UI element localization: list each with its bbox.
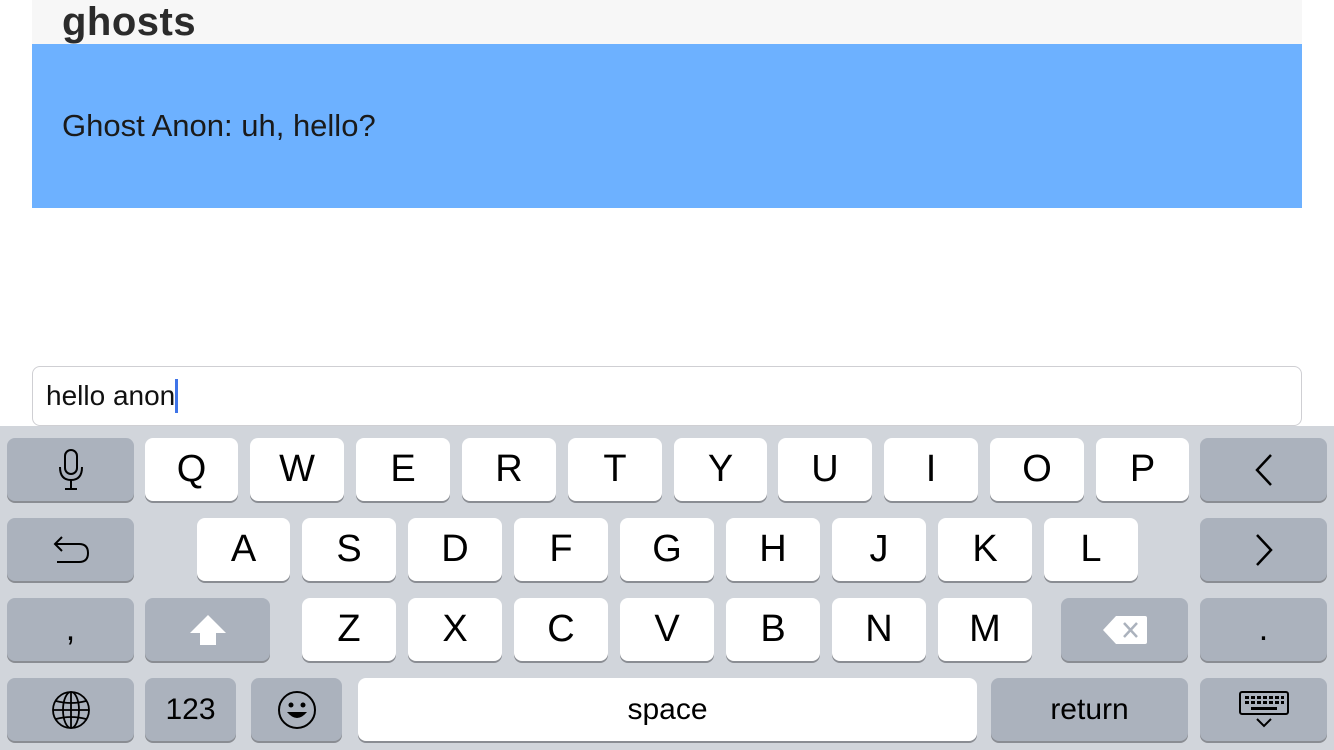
key-p[interactable]: P [1096, 438, 1189, 501]
key-e[interactable]: E [356, 438, 450, 501]
header-bar [32, 0, 1302, 44]
delete-key[interactable] [1061, 598, 1188, 661]
key-t[interactable]: T [568, 438, 662, 501]
chat-input-text: hello anon [46, 380, 176, 411]
text-caret [175, 379, 179, 413]
key-j[interactable]: J [832, 518, 926, 581]
previous-field-key[interactable] [1200, 438, 1327, 501]
key-v[interactable]: V [620, 598, 714, 661]
room-title: ghosts [62, 0, 197, 44]
key-o[interactable]: O [990, 438, 1084, 501]
key-x[interactable]: X [408, 598, 502, 661]
key-l[interactable]: L [1044, 518, 1138, 581]
shift-key[interactable] [145, 598, 270, 661]
chat-screen: ghosts Ghost Anon: uh, hello? hello anon… [0, 0, 1334, 750]
key-d[interactable]: D [408, 518, 502, 581]
shift-arrow-icon [188, 613, 228, 647]
undo-key[interactable] [7, 518, 134, 581]
key-a[interactable]: A [197, 518, 290, 581]
key-s[interactable]: S [302, 518, 396, 581]
microphone-icon [58, 448, 84, 491]
globe-icon [51, 690, 91, 730]
key-k[interactable]: K [938, 518, 1032, 581]
emoji-key[interactable] [251, 678, 342, 741]
chevron-right-icon [1254, 533, 1274, 567]
key-f[interactable]: F [514, 518, 608, 581]
key-r[interactable]: R [462, 438, 556, 501]
smiley-icon [277, 690, 317, 730]
numbers-key[interactable]: 123 [145, 678, 236, 741]
chat-input[interactable]: hello anon [32, 366, 1302, 426]
key-m[interactable]: M [938, 598, 1032, 661]
space-key[interactable]: space [358, 678, 977, 741]
next-field-key[interactable] [1200, 518, 1327, 581]
key-b[interactable]: B [726, 598, 820, 661]
onscreen-keyboard: Q W E R T Y U I O P A S D F G H J K L , … [0, 426, 1334, 750]
return-key[interactable]: return [991, 678, 1188, 741]
key-i[interactable]: I [884, 438, 978, 501]
comma-key[interactable]: , [7, 598, 134, 661]
period-key[interactable]: . [1200, 598, 1327, 661]
backspace-icon [1102, 615, 1148, 645]
chevron-left-icon [1254, 453, 1274, 487]
message-text: Ghost Anon: uh, hello? [62, 108, 376, 143]
key-q[interactable]: Q [145, 438, 238, 501]
dismiss-keyboard-key[interactable] [1200, 678, 1327, 741]
key-g[interactable]: G [620, 518, 714, 581]
undo-arrow-icon [51, 535, 91, 565]
key-w[interactable]: W [250, 438, 344, 501]
key-y[interactable]: Y [674, 438, 767, 501]
key-z[interactable]: Z [302, 598, 396, 661]
keyboard-dismiss-icon [1238, 690, 1289, 729]
chat-input-value[interactable]: hello anon [46, 379, 179, 413]
key-u[interactable]: U [778, 438, 872, 501]
globe-key[interactable] [7, 678, 134, 741]
message-panel: Ghost Anon: uh, hello? [32, 44, 1302, 208]
dictation-key[interactable] [7, 438, 134, 501]
key-h[interactable]: H [726, 518, 820, 581]
key-n[interactable]: N [832, 598, 926, 661]
key-c[interactable]: C [514, 598, 608, 661]
